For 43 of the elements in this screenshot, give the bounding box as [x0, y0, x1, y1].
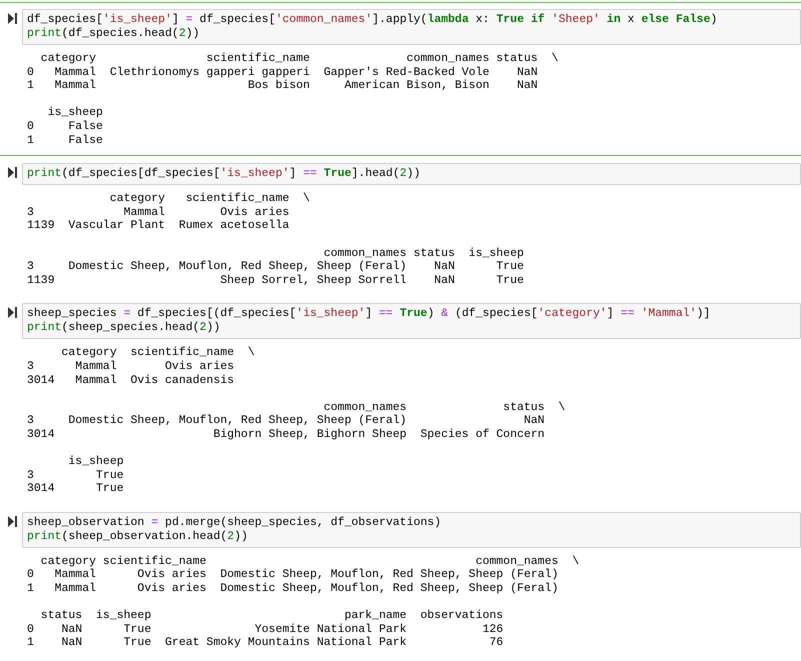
- output-line: 1 False: [27, 134, 103, 148]
- output-line: 3 Domestic Sheep, Mouflon, Red Sheep, Sheep (Feral) NaN: [27, 414, 545, 428]
- output-line: is_sheep: [67, 455, 124, 469]
- notebook-cell[interactable]: [0, 2, 801, 156]
- output-line: 0 Mammal Ovis aries Domestic Sheep, Mouflon, Red Sheep, Sheep (Feral): [27, 568, 558, 582]
- output-line: common_names status \: [322, 400, 566, 414]
- output-line: 1 Mammal Ovis aries Domestic Sheep, Mouflon, Red Sheep, Sheep (Feral): [27, 582, 558, 596]
- code-line: df_species['is_sheep'] = df_species['common_names'].apply(lambda x: True if 'Sheep' in x else False): [27, 13, 718, 27]
- output-line: 1139 Sheep Sorrel, Sheep Sorrell NaN True: [27, 274, 524, 288]
- output-line: category scientific_name common_names \: [40, 554, 580, 568]
- output-line: 0 NaN True Yosemite National Park 126: [27, 622, 504, 636]
- run-icon[interactable]: [8, 307, 16, 318]
- output-line: category scientific_name \: [108, 192, 310, 206]
- output-line: 3014 Bighorn Sheep, Bighorn Sheep Species of Concern: [27, 428, 545, 442]
- code-input[interactable]: df_species['is_sheep'] = df_species['common_names'].apply(lambda x: True if 'Sheep' in x else False) print(df_species.head(2)): [22, 9, 801, 45]
- output-line: 1139 Vascular Plant Rumex acetosella: [27, 219, 290, 233]
- output-line: 1 NaN True Great Smoky Mountains National Park 76: [27, 636, 504, 650]
- output-line: 3 True: [27, 468, 124, 482]
- code-line: print(df_species.head(2)): [27, 27, 200, 41]
- code-line: sheep_species = df_species[(df_species['is_sheep'] == True) & (df_species['category'] == 'Mammal')]: [27, 307, 710, 322]
- output-line: 3 Domestic Sheep, Mouflon, Red Sheep, Sheep (Feral) NaN True: [27, 260, 524, 274]
- output-line: common_names status is_sheep: [322, 246, 524, 260]
- output-line: 3 Mammal Ovis aries: [27, 360, 234, 374]
- run-icon[interactable]: [8, 167, 16, 178]
- run-icon[interactable]: [8, 13, 16, 24]
- output-line: 0 False: [27, 120, 103, 134]
- run-icon[interactable]: [8, 516, 16, 527]
- code-line: print(sheep_observation.head(2)): [27, 530, 248, 544]
- output-line: is_sheep: [46, 106, 103, 120]
- output-line: category scientific_name common_names status \: [40, 52, 558, 66]
- output-line: 3014 True: [27, 482, 124, 496]
- code-line: sheep_observation = pd.merge(sheep_species, df_observations): [27, 516, 442, 530]
- code-input[interactable]: print(df_species[df_species['is_sheep'] == True].head(2)): [22, 163, 801, 186]
- output-line: category scientific_name \: [60, 346, 255, 360]
- output-line: 3 Mammal Ovis aries: [27, 206, 290, 220]
- code-line: print(sheep_species.head(2)): [27, 321, 220, 336]
- code-input[interactable]: sheep_observation = pd.merge(sheep_species, df_observations) print(sheep_observation.head(2)): [22, 512, 801, 548]
- output-line: 0 Mammal Clethrionomys gapperi gapperi Gapper's Red-Backed Vole NaN: [27, 66, 538, 80]
- output-line: status is_sheep park_name observations: [40, 609, 504, 623]
- code-input[interactable]: sheep_species = df_species[(df_species['is_sheep'] == True) & (df_species['category'] == 'Mammal')] print(sheep_species.head(2)): [22, 303, 801, 340]
- output-line: 1 Mammal Bos bison American Bison, Bison NaN: [27, 79, 538, 93]
- code-line: print(df_species[df_species['is_sheep'] == True].head(2)): [27, 167, 420, 182]
- output-line: 3014 Mammal Ovis canadensis: [27, 374, 234, 388]
